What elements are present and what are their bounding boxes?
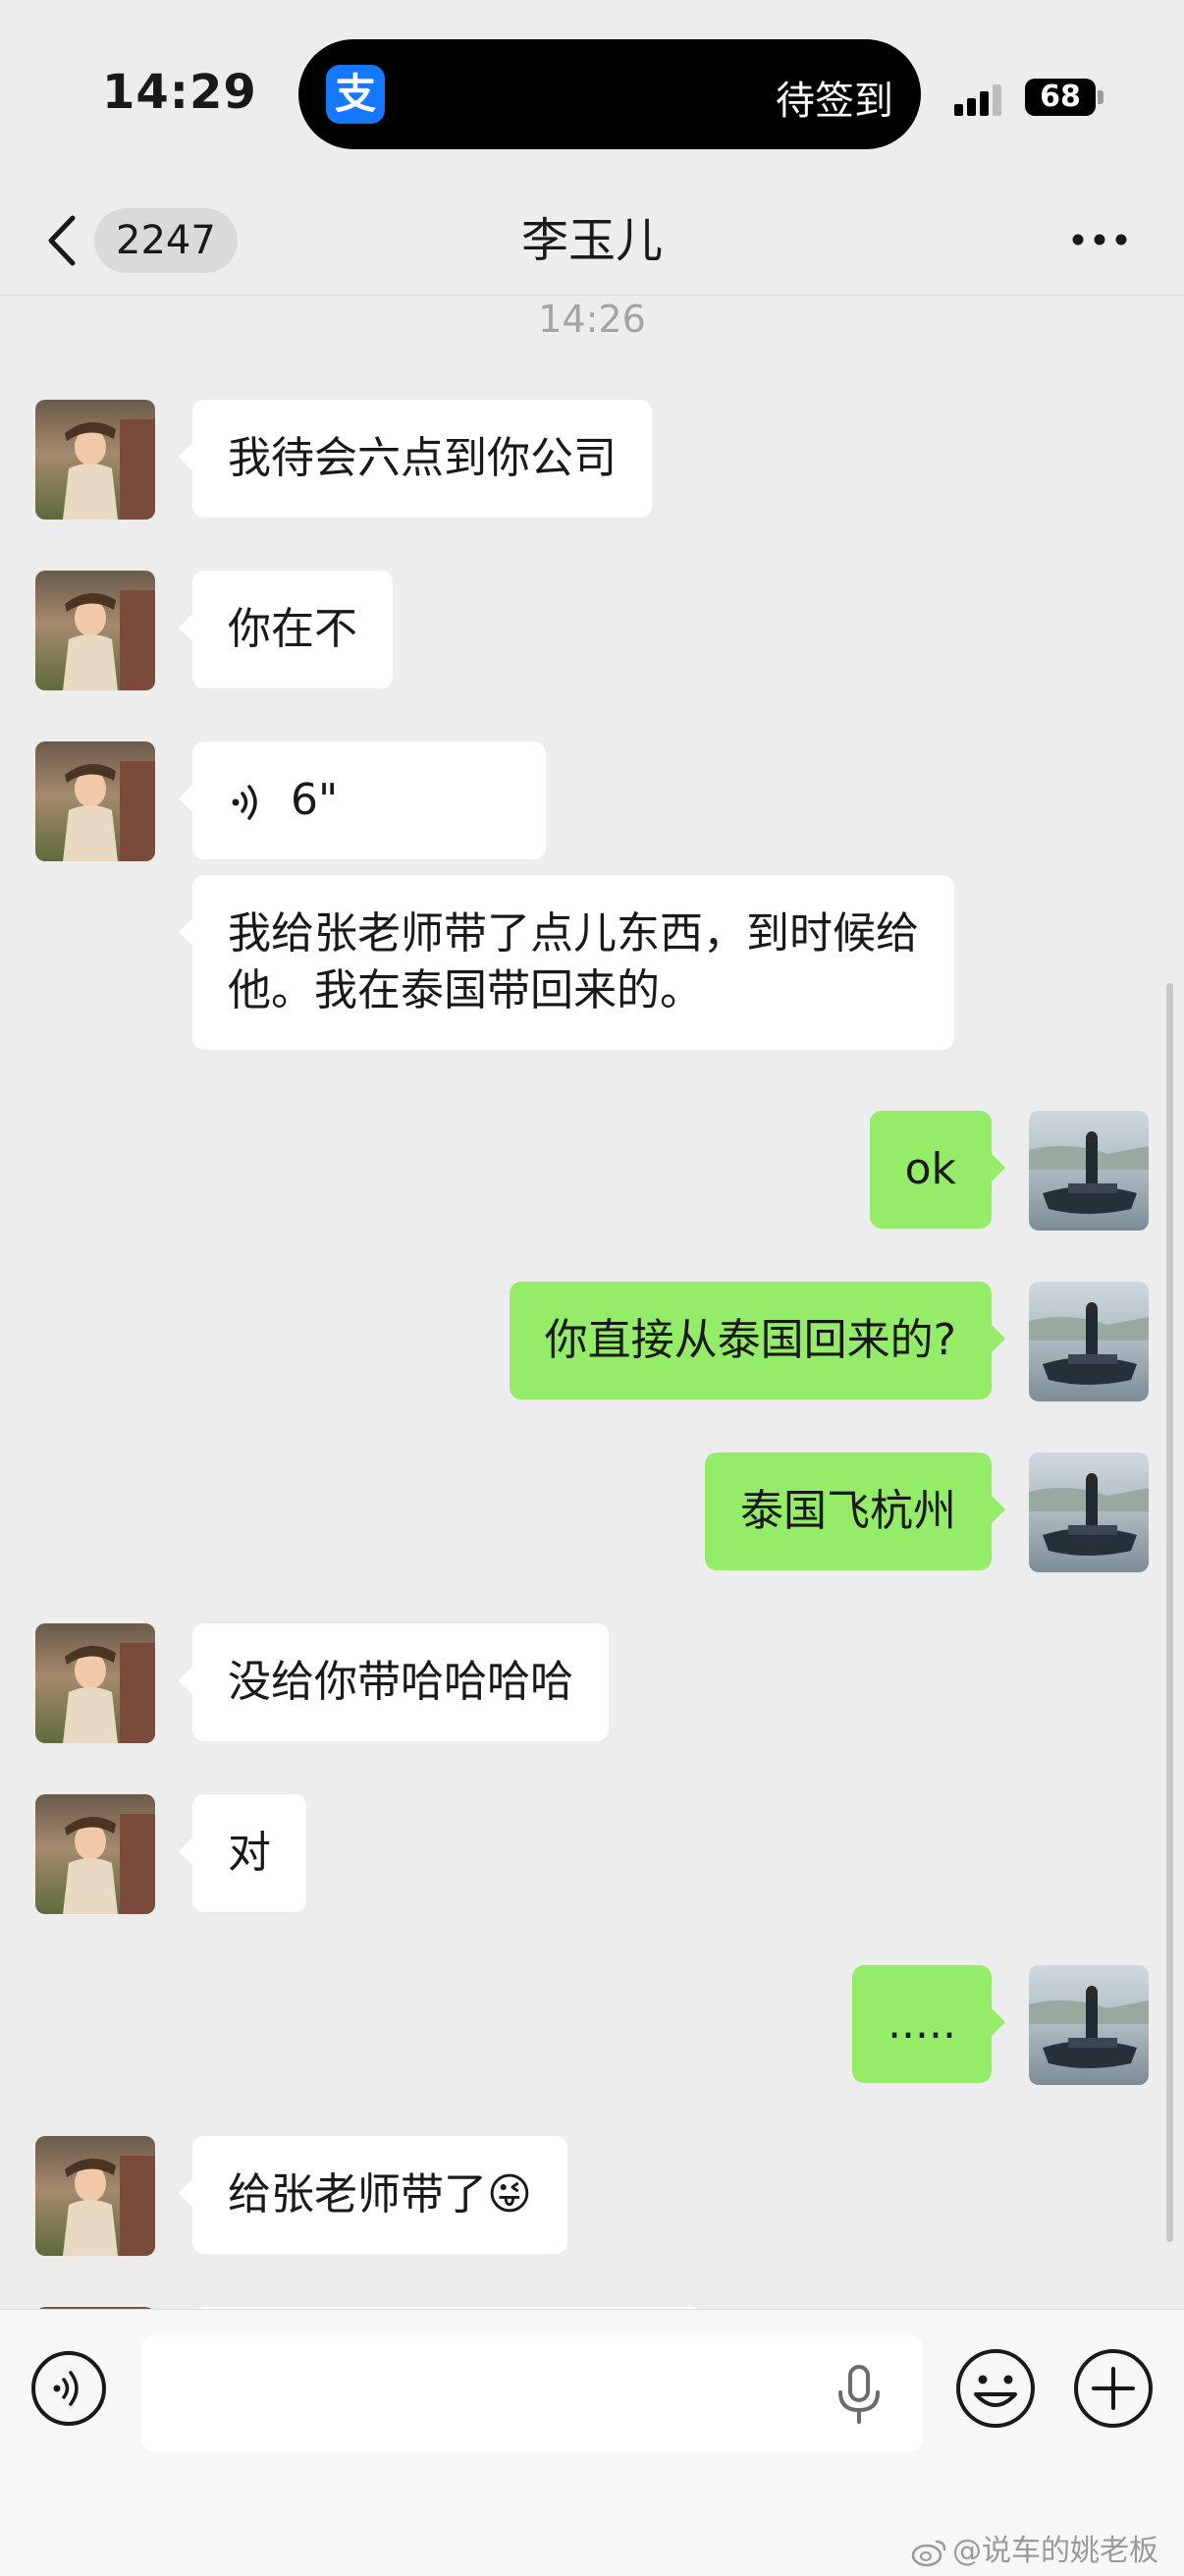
message-text: 给张老师带了 — [228, 2169, 487, 2220]
contact-avatar[interactable] — [35, 1623, 155, 1743]
message-input[interactable] — [141, 2335, 923, 2451]
scrollbar[interactable] — [1166, 983, 1173, 2242]
battery-cap — [1098, 90, 1103, 104]
dynamic-island[interactable]: 支 待签到 — [298, 39, 921, 149]
my-avatar[interactable] — [1029, 1452, 1149, 1572]
chat-header: 2247 李玉儿 — [0, 187, 1184, 296]
incoming-message[interactable]: 给张老师带了😜 — [179, 2136, 567, 2254]
my-avatar[interactable] — [1029, 1282, 1149, 1401]
incoming-message[interactable]: 没给你带哈哈哈哈 — [179, 1623, 609, 1741]
contact-avatar[interactable] — [35, 2136, 155, 2256]
plus-icon[interactable] — [1072, 2347, 1155, 2430]
my-avatar[interactable] — [1029, 1965, 1149, 2085]
watermark-text: @说车的姚老板 — [952, 2534, 1158, 2568]
incoming-message[interactable]: 对 — [179, 1794, 306, 1912]
voice-icon — [232, 785, 257, 820]
incoming-message[interactable]: 我给张老师带了点儿东西，到时候给他。我在泰国带回来的。 — [179, 875, 954, 1050]
input-bar: @说车的姚老板 — [0, 2309, 1184, 2576]
voice-duration: 6" — [291, 775, 339, 825]
mic-icon[interactable] — [836, 2365, 882, 2424]
signal-icon — [954, 84, 1003, 116]
emoji-icon[interactable] — [954, 2347, 1037, 2430]
contact-avatar[interactable] — [35, 571, 155, 690]
message-list[interactable]: 14:26 我待会六点到你公司 你在不 6" 我给张老师带了点儿东西，到时候给他… — [0, 296, 1184, 2309]
watermark: @说车的姚老板 — [911, 2526, 1158, 2569]
status-bar: 14:29 支 待签到 68 — [0, 0, 1184, 187]
battery-indicator: 68 — [1025, 79, 1096, 116]
status-time: 14:29 — [102, 65, 257, 120]
contact-avatar[interactable] — [35, 400, 155, 520]
weibo-icon — [911, 2540, 946, 2566]
voice-input-toggle-icon[interactable] — [29, 2349, 108, 2428]
outgoing-message[interactable]: 泰国飞杭州 — [705, 1452, 1005, 1570]
outgoing-message[interactable]: ..... — [852, 1965, 1005, 2083]
incoming-message[interactable]: 我待会六点到你公司 — [179, 400, 652, 518]
wink-emoji: 😜 — [487, 2169, 532, 2220]
incoming-message[interactable]: 你在不 — [179, 571, 393, 688]
live-activity-text: 待签到 — [776, 79, 893, 124]
contact-avatar[interactable] — [35, 1794, 155, 1914]
chat-title: 李玉儿 — [520, 213, 663, 268]
outgoing-message[interactable]: ok — [869, 1111, 1006, 1229]
my-avatar[interactable] — [1029, 1111, 1149, 1231]
outgoing-message[interactable]: 你直接从泰国回来的? — [509, 1282, 1006, 1399]
contact-avatar[interactable] — [35, 741, 155, 861]
message-timestamp: 14:26 — [538, 298, 646, 341]
voice-message[interactable]: 6" — [179, 741, 546, 859]
more-icon[interactable] — [1070, 230, 1129, 249]
alipay-icon: 支 — [326, 65, 385, 124]
